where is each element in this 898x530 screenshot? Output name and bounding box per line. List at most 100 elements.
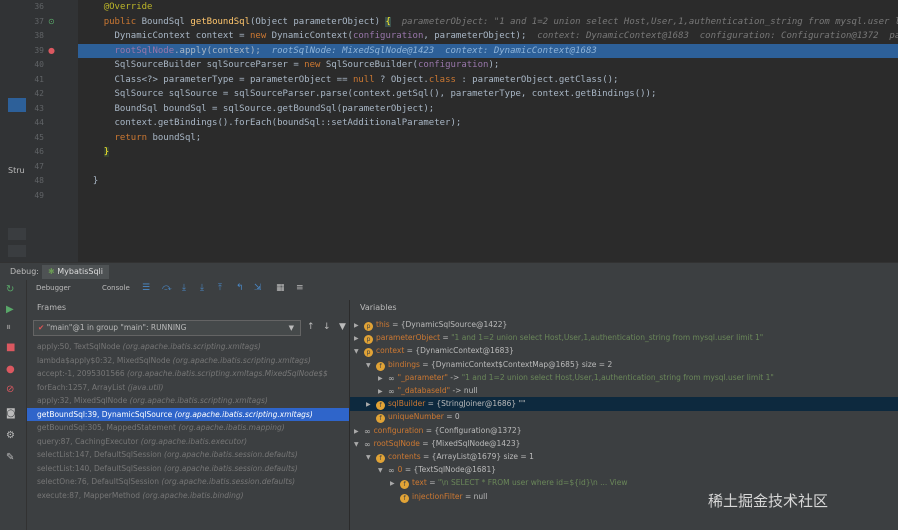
camera-icon[interactable]: ◙ [6,408,16,419]
override-gutter-icon[interactable]: ⊙ [48,15,55,30]
force-step-into-icon[interactable]: ⤓ [200,283,204,293]
thread-selector[interactable]: ✔ "main"@1 in group "main": RUNNING ▼ [33,320,301,336]
variable-value: = 0 [443,412,460,422]
run-to-cursor-icon[interactable]: ⇲ [254,283,262,293]
drop-frame-icon[interactable]: ↰ [236,283,244,293]
stack-frame[interactable]: accept:-1, 2095301566 (org.apache.ibatis… [37,367,349,380]
structure-tab[interactable]: Stru [8,166,25,175]
code-line-36: @Override [78,0,898,15]
stack-frame[interactable]: selectOne:76, DefaultSqlSession (org.apa… [37,475,349,488]
variable-name: "_databaseId" [397,386,451,395]
frame-package: (java.util) [127,382,164,392]
object-icon: ∞ [388,387,395,396]
variable-row[interactable]: ▼ f contents = {ArrayList@1679} size = 1 [350,450,898,464]
parameter-icon: p [364,322,373,331]
line-number[interactable]: 45 [30,131,44,146]
variable-value: = {ArrayList@1679} size = 1 [420,452,534,461]
left-tool-strip: Stru [0,0,30,262]
evaluate-expression-icon[interactable]: ▦ [276,283,285,293]
variable-name: configuration [373,425,424,435]
line-number[interactable]: 47 [30,160,44,175]
stack-frame[interactable]: apply:50, TextSqlNode (org.apache.ibatis… [37,340,349,353]
variable-value: = {DynamicContext@1683} [404,346,514,356]
line-number[interactable]: 48 [30,174,44,189]
close-brace: } [103,147,110,157]
stack-frame[interactable]: execute:87, MapperMethod (org.apache.iba… [37,489,349,502]
variable-row[interactable]: ▶ p this = {DynamicSqlSource@1422} [350,318,898,332]
stack-frame[interactable]: forEach:1257, ArrayList (java.util) [37,381,349,394]
step-over-icon[interactable]: ⤼ [162,283,172,293]
line-number[interactable]: 44 [30,116,44,131]
line-number[interactable]: 38 [30,29,44,44]
field-icon: f [376,454,385,463]
debug-session-tab[interactable]: ✱ MybatisSqli [42,265,109,279]
debug-side-toolbar: ↻ ▶ ⏸ ■ ● ⊘ ◙ ⚙ ✎ [0,280,27,530]
tool-window-button[interactable] [8,228,26,240]
settings-gear-icon[interactable]: ⚙ [6,430,15,441]
line-number[interactable]: 36 [30,0,44,15]
stack-frame[interactable]: apply:32, MixedSqlNode (org.apache.ibati… [37,394,349,407]
stack-frame[interactable]: getBoundSql:305, MappedStatement (org.ap… [37,421,349,434]
line-number[interactable]: 42 [30,87,44,102]
code-editor[interactable]: Stru 36 37 ⊙ 38 39 ● 40 41 42 43 44 45 46 47 48 49 @Ove… [0,0,898,262]
variable-row[interactable]: f uniqueNumber = 0 [350,410,898,424]
pause-icon[interactable]: ⏸ [6,322,11,333]
keyword: new [304,60,326,70]
stack-frame[interactable]: selectList:147, DefaultSqlSession (org.a… [37,448,349,461]
code-line-37: public BoundSql getBoundSql(Object param… [78,15,898,30]
frame-method: selectList:147, DefaultSqlSession [37,450,165,459]
code-line-43: BoundSql boundSql = sqlSource.getBoundSq… [78,102,898,117]
stack-frame[interactable]: lambda$apply$0:32, MixedSqlNode (org.apa… [37,354,349,367]
tool-window-button[interactable] [8,98,26,112]
arrow-down-icon[interactable]: ↓ [323,322,331,332]
variable-row[interactable]: ▼ ∞ rootSqlNode = {MixedSqlNode@1423} [350,437,898,451]
arrow-up-icon[interactable]: ↑ [307,322,315,332]
bug-icon: ✱ [48,267,55,276]
variable-row[interactable]: ▶ p parameterObject = "1 and 1=2 union sel… [350,331,898,345]
field-icon: f [400,493,409,503]
stack-frame[interactable]: selectList:140, DefaultSqlSession (org.a… [37,462,349,475]
code-line-38: DynamicContext context = new DynamicCont… [78,29,898,44]
stack-frame[interactable]: getBoundSql:39, DynamicSqlSource (org.ap… [27,407,349,421]
variable-row[interactable]: ▼ ∞ 0 = {TextSqlNode@1681} [350,463,898,477]
rerun-icon[interactable]: ↻ [6,284,14,295]
line-number[interactable]: 46 [30,145,44,160]
debugger-toolbar: Debugger Console ☰ ⤼ ⤓ ⤓ ⤒ ↰ ⇲ ▦ ≡ [0,280,898,301]
line-number[interactable]: 37 [30,15,44,30]
variable-row[interactable]: ▶ f sqlBuilder = {StringJoiner@1686} "" [350,397,898,412]
tab-console[interactable]: Console [102,284,130,292]
frame-package: (org.apache.ibatis.scripting.xmltags) [172,355,311,365]
line-number[interactable]: 39 [30,44,44,59]
line-number[interactable]: 49 [30,189,44,204]
code-text: : parameterObject.getClass(); [461,74,619,85]
variable-name: uniqueNumber [388,412,444,422]
stop-icon[interactable]: ■ [6,342,15,353]
frame-package: (org.apache.ibatis.scripting.xmltags) [129,396,268,405]
filter-icon[interactable]: ▼ [339,322,346,332]
line-number[interactable]: 43 [30,102,44,117]
variable-value: = null [462,491,488,501]
mute-breakpoints-icon[interactable]: ⊘ [6,384,14,395]
tab-debugger[interactable]: Debugger [36,284,71,292]
variable-row[interactable]: ▶ ∞ configuration = {Configuration@1372} [350,424,898,438]
breakpoint-icon[interactable]: ● [48,44,55,59]
line-number[interactable]: 41 [30,73,44,88]
resume-icon[interactable]: ▶ [6,304,14,315]
menu-icon[interactable]: ☰ [142,283,150,293]
code-text: DynamicContext( [271,31,353,41]
frame-package: (org.apache.ibatis.scripting.xmltags.Mix… [127,369,328,378]
variable-row[interactable]: ▼ f bindings = {DynamicContext$ContextMap@… [350,358,898,372]
variable-row[interactable]: ▶ ∞ "_parameter" -> "1 and 1=2 union selec… [350,371,898,385]
view-breakpoints-icon[interactable]: ● [6,364,15,375]
tool-window-button[interactable] [8,245,26,257]
line-number[interactable]: 40 [30,58,44,73]
code-text: SqlSourceBuilder sqlSourceParser = [114,60,305,70]
pin-icon[interactable]: ✎ [6,452,14,463]
stack-frame[interactable]: query:87, CachingExecutor (org.apache.ib… [37,435,349,448]
layout-icon[interactable]: ≡ [296,283,304,293]
variable-row[interactable]: ▼ p context = {DynamicContext@1683} [350,344,898,358]
variable-row[interactable]: ▶ ∞ "_databaseId" -> null [350,384,898,398]
field-icon: f [376,401,385,411]
step-out-icon[interactable]: ⤒ [218,283,222,293]
step-into-icon[interactable]: ⤓ [182,283,186,293]
